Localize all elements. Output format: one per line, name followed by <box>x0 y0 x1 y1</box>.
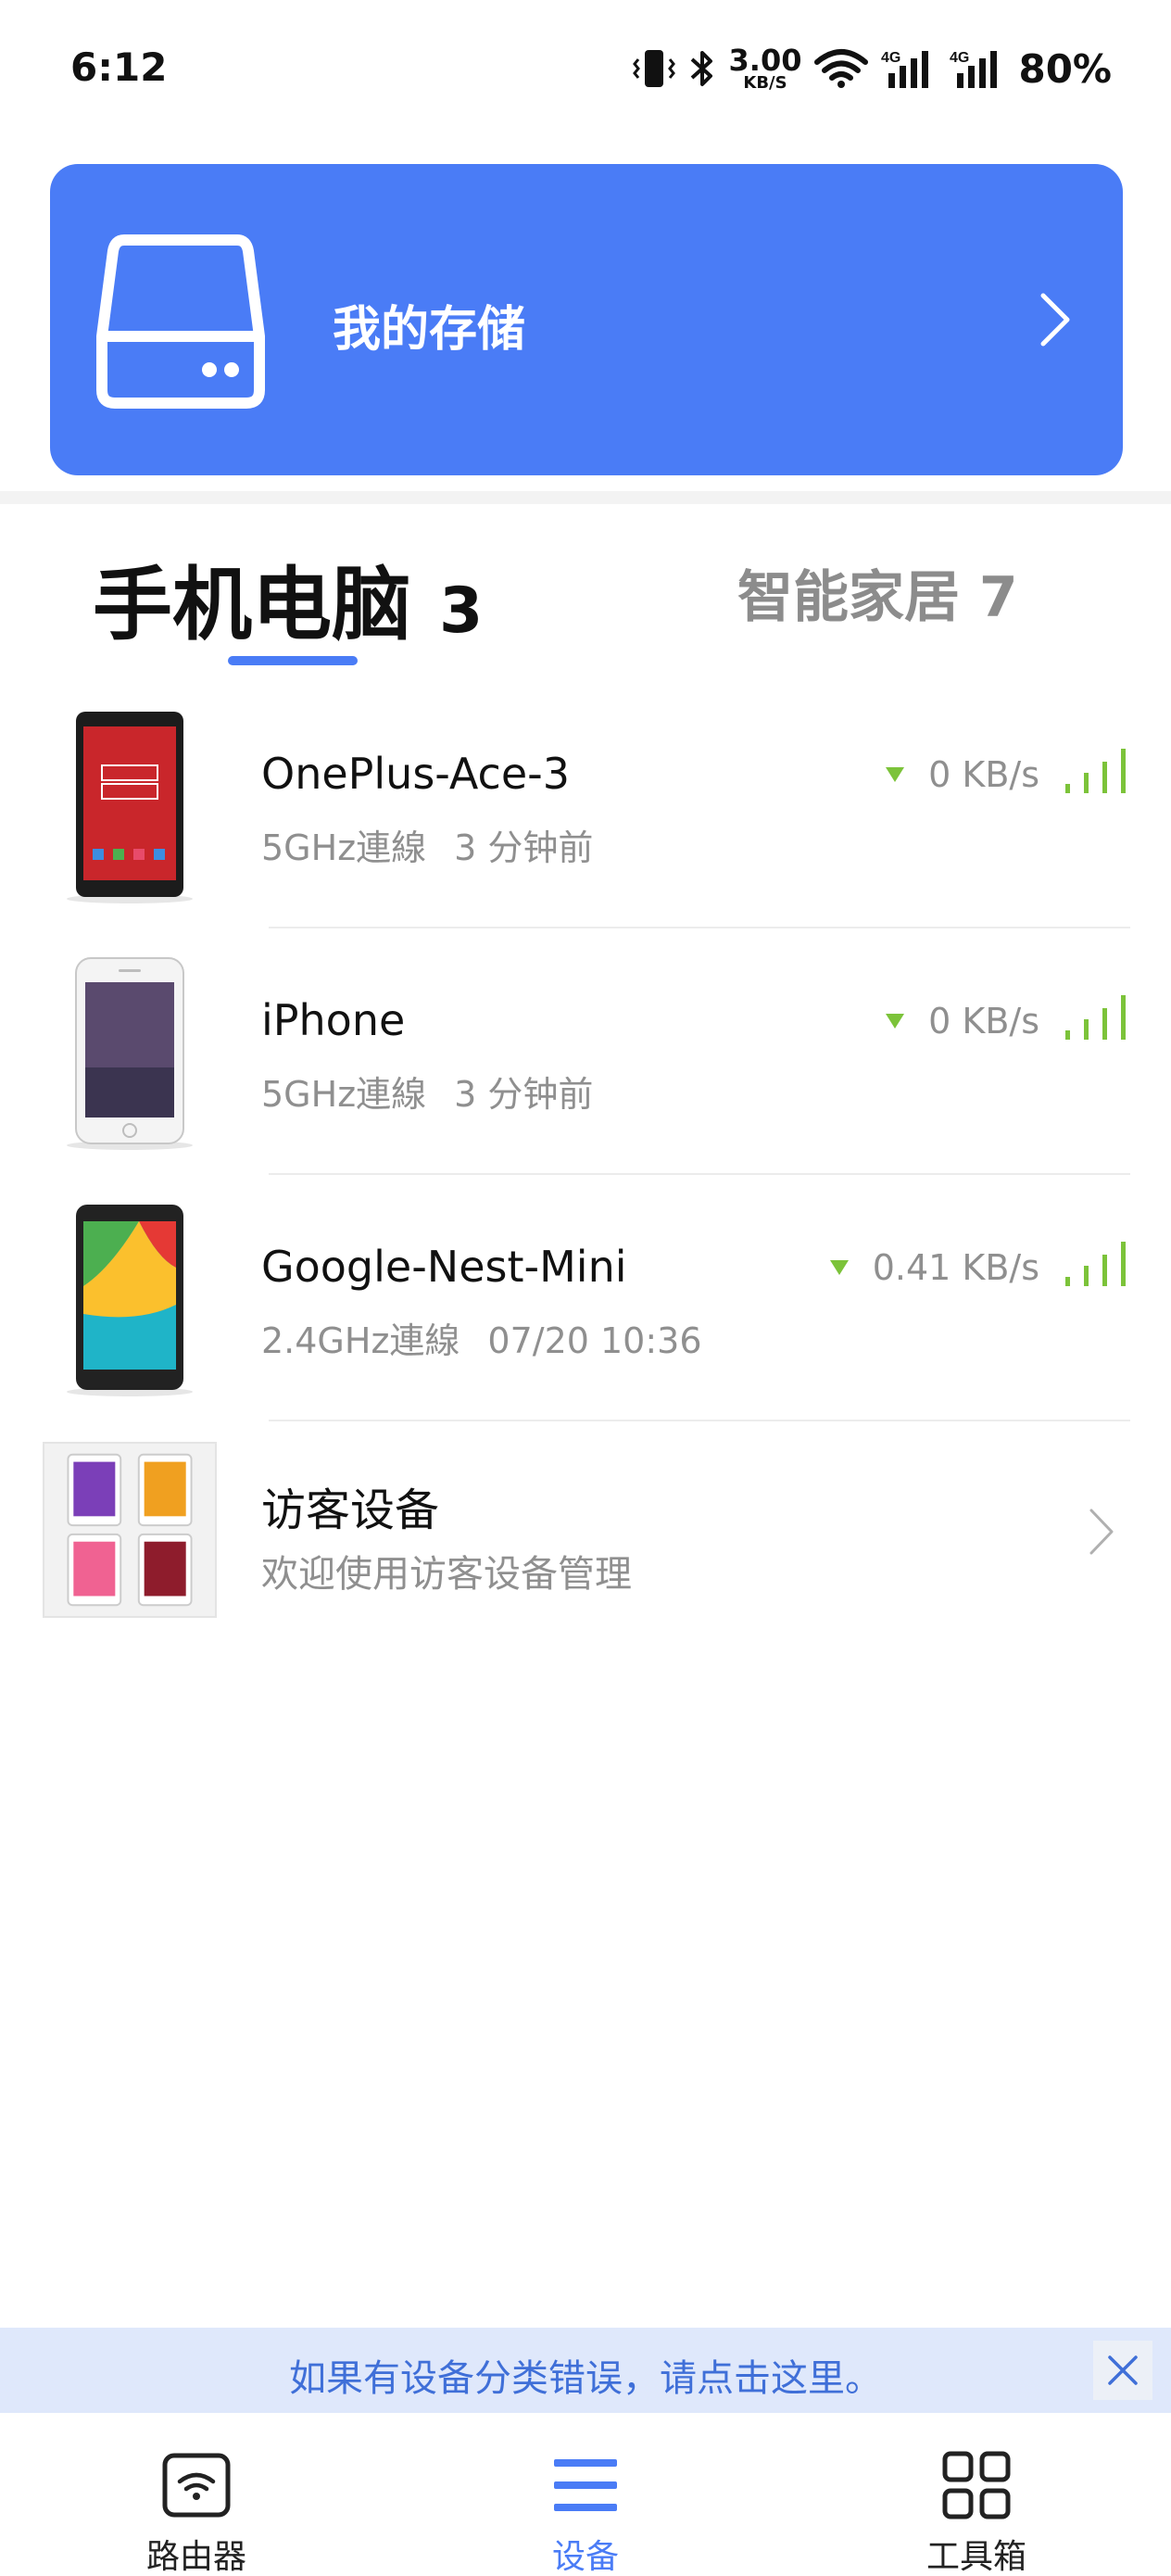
device-name: OnePlus-Ace-3 <box>261 749 571 799</box>
device-meta: 5GHz連線 3 分钟前 <box>261 819 593 870</box>
signal-strength-icon <box>1065 1242 1126 1286</box>
vibrate-icon <box>632 50 675 87</box>
device-meta: 2.4GHz連線 07/20 10:36 <box>261 1312 702 1363</box>
download-arrow-icon <box>829 1260 849 1275</box>
tab-phones-computers[interactable]: 手机电脑 3 <box>93 539 483 655</box>
section-divider <box>0 491 1171 504</box>
download-arrow-icon <box>886 1014 905 1029</box>
close-icon <box>1108 2355 1138 2385</box>
device-connection: 2.4GHz連線 <box>261 1320 460 1361</box>
tab-label: 手机电脑 <box>93 559 411 651</box>
svg-text:4G: 4G <box>881 50 900 66</box>
router-icon <box>162 2453 231 2518</box>
device-name: Google-Nest-Mini <box>261 1242 627 1292</box>
device-speed-value: 0 KB/s <box>928 754 1039 795</box>
device-row[interactable]: iPhone 5GHz連線 3 分钟前 0 KB/s <box>0 928 1171 1175</box>
nav-devices[interactable]: 设备 <box>474 2413 697 2576</box>
device-meta: 5GHz連線 3 分钟前 <box>261 1066 593 1117</box>
guest-devices-icon <box>43 1442 217 1618</box>
tab-smart-home[interactable]: 智能家居 7 <box>737 552 1018 633</box>
device-last-seen: 3 分钟前 <box>454 1074 594 1115</box>
my-storage-card[interactable]: 我的存储 <box>50 164 1123 475</box>
nav-toolbox[interactable]: 工具箱 <box>865 2413 1088 2576</box>
device-speed: 0 KB/s <box>886 1001 1039 1042</box>
network-speed: 3.00 KB/S <box>728 43 802 93</box>
nav-router[interactable]: 路由器 <box>85 2413 308 2576</box>
nav-label: 路由器 <box>145 2538 246 2576</box>
tab-count: 3 <box>438 575 484 648</box>
status-bar: 6:12 3.00 KB/S 4G 4G 80% <box>0 0 1171 139</box>
chevron-right-icon <box>1040 293 1070 347</box>
active-tab-indicator <box>228 656 358 665</box>
signal-strength-icon <box>1065 749 1126 793</box>
grid-icon <box>942 2451 1011 2519</box>
nav-label: 工具箱 <box>925 2538 1026 2576</box>
device-row[interactable]: Google-Nest-Mini 2.4GHz連線 07/20 10:36 0.4… <box>0 1175 1171 1421</box>
device-last-seen: 07/20 10:36 <box>487 1320 702 1361</box>
hard-drive-icon <box>96 234 265 409</box>
iphone-white-icon <box>67 957 193 1150</box>
misclassification-tip-link[interactable]: 如果有设备分类错误，请点击这里。 <box>0 2348 1171 2402</box>
device-last-seen: 3 分钟前 <box>454 827 594 868</box>
guest-devices-subtitle: 欢迎使用访客设备管理 <box>261 1553 632 1596</box>
device-speed-value: 0.41 KB/s <box>872 1247 1039 1288</box>
bottom-nav: 路由器 设备 工具箱 <box>0 2413 1171 2576</box>
battery-level: 80% <box>1018 45 1112 92</box>
cell-signal-1-icon: 4G <box>881 50 929 88</box>
device-row[interactable]: OnePlus-Ace-3 5GHz連線 3 分钟前 0 KB/s <box>0 682 1171 928</box>
row-divider <box>269 1420 1130 1421</box>
status-icons: 3.00 KB/S 4G 4G 80% <box>632 41 1112 96</box>
close-tip-button[interactable] <box>1093 2341 1152 2400</box>
bluetooth-icon <box>690 51 712 86</box>
guest-devices-row[interactable]: 访客设备 欢迎使用访客设备管理 <box>0 1433 1171 1636</box>
wifi-icon <box>814 49 869 88</box>
nav-label: 设备 <box>551 2538 619 2576</box>
device-speed: 0 KB/s <box>886 754 1039 795</box>
device-connection: 5GHz連線 <box>261 1074 427 1115</box>
status-time: 6:12 <box>70 44 168 90</box>
android-phone-red-icon <box>67 712 193 903</box>
tab-label: 智能家居 <box>737 565 960 630</box>
guest-devices-title: 访客设备 <box>261 1484 440 1536</box>
cell-signal-2-icon: 4G <box>950 50 998 88</box>
svg-text:4G: 4G <box>950 50 969 66</box>
list-icon <box>554 2459 617 2511</box>
my-storage-label: 我的存储 <box>333 302 526 358</box>
device-name: iPhone <box>261 995 406 1045</box>
device-speed-value: 0 KB/s <box>928 1001 1039 1042</box>
signal-strength-icon <box>1065 995 1126 1040</box>
device-speed: 0.41 KB/s <box>829 1247 1039 1288</box>
download-arrow-icon <box>886 767 905 782</box>
misclassification-tip-banner: 如果有设备分类错误，请点击这里。 <box>0 2328 1171 2413</box>
tab-count: 7 <box>978 565 1018 630</box>
chevron-right-icon <box>1089 1509 1114 1555</box>
android-phone-colorful-icon <box>67 1205 193 1396</box>
device-connection: 5GHz連線 <box>261 827 427 868</box>
